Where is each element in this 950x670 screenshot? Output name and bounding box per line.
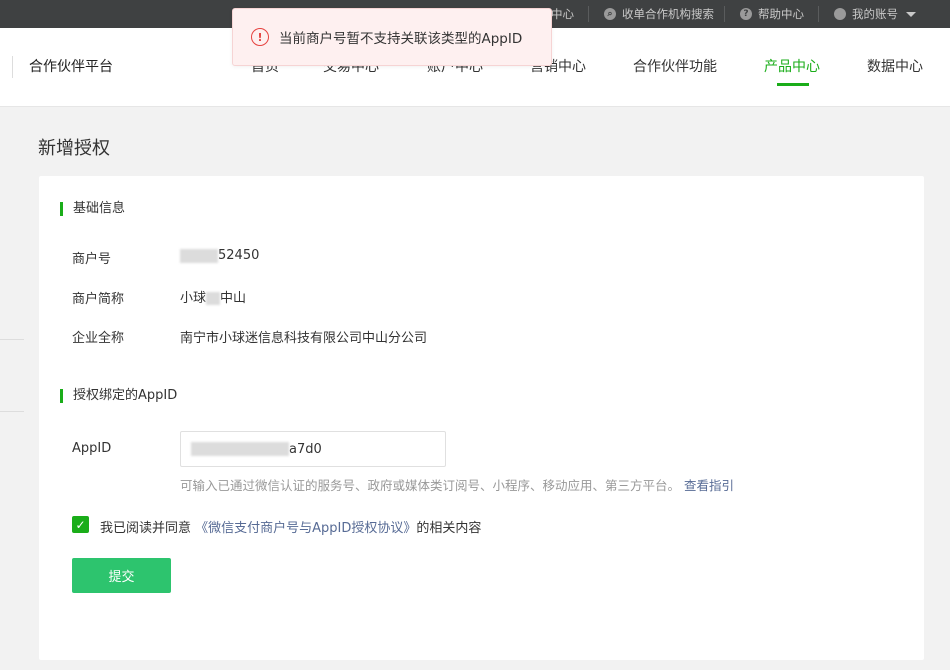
help-center-label: 帮助中心 bbox=[758, 7, 804, 21]
error-toast: ! 当前商户号暂不支持关联该类型的AppID bbox=[232, 8, 552, 66]
full-name-value: 南宁市小球迷信息科技有限公司中山分公司 bbox=[180, 331, 428, 346]
agreement-prefix: 我已阅读并同意 bbox=[100, 521, 192, 536]
nav-product-center[interactable]: 产品中心 bbox=[764, 56, 820, 76]
my-account-menu[interactable]: 我的账号 bbox=[834, 0, 916, 28]
warning-icon: ! bbox=[251, 28, 269, 46]
topbar-divider bbox=[588, 6, 589, 22]
redaction-mask bbox=[180, 248, 218, 263]
search-icon: ⌕ bbox=[604, 8, 616, 20]
sidebar-edge-divider bbox=[0, 411, 24, 412]
appid-value: a7d0 bbox=[289, 441, 322, 457]
redaction-mask bbox=[191, 442, 289, 456]
acquirer-search-label: 收单合作机构搜索 bbox=[622, 7, 714, 21]
merchant-id-label: 商户号 bbox=[72, 252, 112, 267]
short-name-label: 商户简称 bbox=[72, 292, 125, 307]
topbar-divider bbox=[818, 6, 819, 22]
toast-message: 当前商户号暂不支持关联该类型的AppID bbox=[279, 31, 523, 47]
short-name-suffix: 中山 bbox=[220, 291, 247, 306]
agreement-text: 我已阅读并同意 《微信支付商户号与AppID授权协议》的相关内容 bbox=[100, 517, 481, 536]
acquirer-search-link[interactable]: ⌕ 收单合作机构搜索 bbox=[604, 0, 714, 28]
merchant-id-value: 52450 bbox=[180, 248, 259, 263]
agreement-checkbox[interactable]: ✓ bbox=[72, 516, 89, 533]
chevron-down-icon bbox=[906, 11, 916, 17]
appid-hint: 可输入已通过微信认证的服务号、政府或媒体类订阅号、小程序、移动应用、第三方平台。… bbox=[180, 475, 734, 494]
appid-input[interactable]: a7d0 bbox=[180, 431, 446, 467]
submit-button[interactable]: 提交 bbox=[72, 558, 171, 593]
page-title: 新增授权 bbox=[38, 138, 110, 159]
agreement-suffix: 的相关内容 bbox=[416, 521, 482, 536]
appid-label: AppID bbox=[72, 441, 112, 456]
nav-partner-functions[interactable]: 合作伙伴功能 bbox=[633, 56, 717, 76]
form-card bbox=[39, 176, 924, 660]
redaction-mask bbox=[206, 292, 221, 305]
brand-title: 合作伙伴平台 bbox=[12, 56, 113, 78]
view-guide-link[interactable]: 查看指引 bbox=[684, 478, 734, 493]
active-nav-indicator bbox=[777, 83, 809, 86]
short-name-prefix: 小球 bbox=[180, 291, 207, 306]
short-name-value: 小球 中山 bbox=[180, 287, 246, 306]
section-title-basic: 基础信息 bbox=[60, 202, 125, 216]
full-name-label: 企业全称 bbox=[72, 331, 125, 346]
sidebar-edge-divider bbox=[0, 339, 24, 340]
topbar-divider bbox=[724, 6, 725, 22]
appid-hint-text: 可输入已通过微信认证的服务号、政府或媒体类订阅号、小程序、移动应用、第三方平台。 bbox=[180, 478, 681, 493]
my-account-label: 我的账号 bbox=[852, 7, 898, 21]
help-center-link[interactable]: ? 帮助中心 bbox=[740, 0, 804, 28]
section-title-appid: 授权绑定的AppID bbox=[60, 389, 177, 403]
help-icon: ? bbox=[740, 8, 752, 20]
check-icon: ✓ bbox=[75, 517, 86, 532]
agreement-link[interactable]: 《微信支付商户号与AppID授权协议》 bbox=[195, 521, 416, 536]
merchant-id-text: 52450 bbox=[218, 248, 260, 263]
user-icon bbox=[834, 8, 846, 20]
nav-data-center[interactable]: 数据中心 bbox=[867, 56, 923, 76]
